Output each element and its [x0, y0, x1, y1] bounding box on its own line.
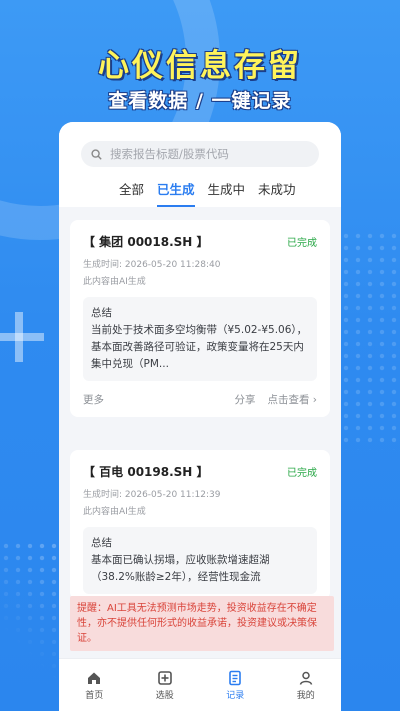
search-input[interactable] — [110, 147, 309, 161]
add-box-icon — [157, 670, 172, 685]
summary-text: 当前处于技术面多空均衡带（¥5.02-¥5.06），基本面改善路径可验证，政策变… — [91, 324, 308, 370]
risk-disclaimer: 提醒：AI工具无法预测市场走势，投资收益存在不确定性，亦不提供任何形式的收益承诺… — [70, 596, 334, 651]
tab-generated[interactable]: 已生成 — [157, 177, 195, 207]
bottom-nav: 首页 选股 记录 我的 — [59, 658, 341, 711]
ai-source-note: 此内容由AI生成 — [83, 277, 146, 287]
summary-box: 总结 基本面已确认拐塌，应收账款增速超湖（38.2%账龄≥2年），经营性现金流 — [83, 527, 317, 594]
report-time: 生成时间: 2026-05-20 11:12:39 — [83, 490, 221, 500]
tab-generating[interactable]: 生成中 — [208, 177, 246, 207]
card-actions: 更多 分享 点击查看 › — [83, 381, 317, 417]
view-button[interactable]: 点击查看 › — [267, 392, 317, 407]
ai-source-note: 此内容由AI生成 — [83, 507, 146, 517]
home-icon — [88, 672, 101, 684]
report-time: 生成时间: 2026-05-20 11:28:40 — [83, 260, 221, 270]
report-card[interactable]: 【 集团 00018.SH 】 已完成 生成时间: 2026-05-20 11:… — [70, 220, 330, 417]
hero-subtitle: 查看数据 / 一键记录 — [108, 90, 292, 112]
more-button[interactable]: 更多 — [83, 392, 104, 407]
nav-label: 我的 — [296, 690, 315, 701]
hero-title: 心仪信息存留 — [98, 48, 302, 84]
phone-screen: 全部 已生成 生成中 未成功 【 集团 00018.SH 】 已完成 生成时间:… — [59, 122, 341, 711]
search-icon — [91, 148, 102, 160]
nav-label: 首页 — [85, 690, 104, 701]
nav-records[interactable]: 记录 — [205, 670, 265, 701]
user-icon — [299, 671, 312, 685]
decor-plus-icon — [0, 312, 44, 362]
search-bar[interactable] — [81, 141, 319, 167]
status-badge: 已完成 — [287, 467, 317, 479]
report-card[interactable]: 【 百电 00198.SH 】 已完成 生成时间: 2026-05-20 11:… — [70, 450, 330, 600]
report-title: 【 集团 00018.SH 】 — [83, 234, 209, 249]
record-icon — [229, 670, 242, 685]
nav-home[interactable]: 首页 — [64, 670, 124, 701]
share-button[interactable]: 分享 — [234, 392, 255, 407]
nav-label: 记录 — [226, 690, 245, 701]
status-badge: 已完成 — [287, 237, 317, 249]
summary-label: 总结 — [91, 307, 112, 319]
summary-text: 基本面已确认拐塌，应收账款增速超湖（38.2%账龄≥2年），经营性现金流 — [91, 554, 270, 583]
tab-all[interactable]: 全部 — [119, 177, 144, 207]
nav-label: 选股 — [155, 690, 174, 701]
report-title: 【 百电 00198.SH 】 — [83, 464, 209, 479]
nav-select-stock[interactable]: 选股 — [135, 670, 195, 701]
status-tabs: 全部 已生成 生成中 未成功 — [81, 177, 319, 207]
nav-profile[interactable]: 我的 — [276, 670, 336, 701]
tab-failed[interactable]: 未成功 — [258, 177, 296, 207]
phone-header: 全部 已生成 生成中 未成功 — [59, 122, 341, 207]
summary-label: 总结 — [91, 537, 112, 549]
summary-box: 总结 当前处于技术面多空均衡带（¥5.02-¥5.06），基本面改善路径可验证，… — [83, 297, 317, 381]
